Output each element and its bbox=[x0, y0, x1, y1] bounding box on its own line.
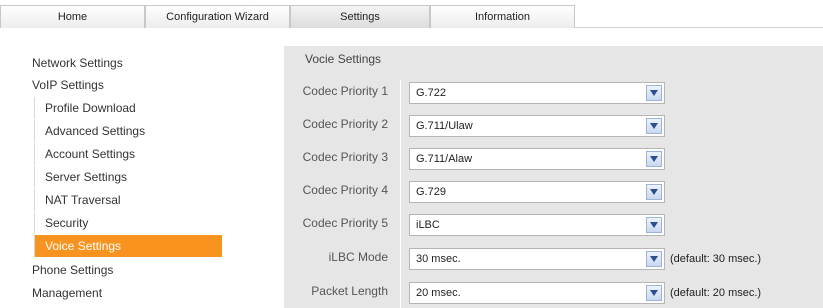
codec-priority-3-label: Codec Priority 3 bbox=[302, 150, 388, 164]
codec-priority-1-label: Codec Priority 1 bbox=[302, 84, 388, 98]
chevron-down-icon[interactable] bbox=[646, 251, 662, 267]
chevron-down-icon[interactable] bbox=[646, 151, 662, 167]
codec-priority-3-select[interactable]: G.711/Alaw bbox=[409, 148, 665, 170]
sidebar-item-security[interactable]: Security bbox=[34, 212, 222, 234]
tab-information[interactable]: Information bbox=[430, 5, 575, 28]
panel-column-divider bbox=[400, 80, 401, 308]
sidebar-item-management[interactable]: Management bbox=[22, 282, 102, 304]
sidebar-item-network-settings[interactable]: Network Settings bbox=[22, 52, 123, 74]
packet-length-default-note: (default: 20 msec.) bbox=[670, 287, 762, 299]
packet-length-value: 20 msec. bbox=[416, 287, 461, 299]
tab-configuration-wizard[interactable]: Configuration Wizard bbox=[145, 5, 290, 28]
codec-priority-4-value: G.729 bbox=[416, 186, 446, 198]
chevron-down-icon[interactable] bbox=[646, 118, 662, 134]
codec-priority-5-label: Codec Priority 5 bbox=[302, 216, 388, 230]
codec-priority-2-select[interactable]: G.711/Ulaw bbox=[409, 115, 665, 137]
ilbc-mode-value: 30 msec. bbox=[416, 253, 461, 265]
packet-length-select[interactable]: 20 msec. bbox=[409, 282, 665, 304]
sidebar-item-nat-traversal[interactable]: NAT Traversal bbox=[34, 189, 222, 211]
sidebar-item-account-settings[interactable]: Account Settings bbox=[34, 143, 222, 165]
chevron-down-icon[interactable] bbox=[646, 85, 662, 101]
codec-priority-4-label: Codec Priority 4 bbox=[302, 183, 388, 197]
section-title: Vocie Settings bbox=[305, 52, 382, 66]
codec-priority-4-select[interactable]: G.729 bbox=[409, 181, 665, 203]
tab-home[interactable]: Home bbox=[0, 5, 145, 28]
sidebar-item-server-settings[interactable]: Server Settings bbox=[34, 166, 222, 188]
sidebar-item-voip-settings[interactable]: VoIP Settings bbox=[22, 74, 104, 96]
chevron-down-icon[interactable] bbox=[646, 285, 662, 301]
ilbc-mode-default-note: (default: 30 msec.) bbox=[670, 253, 762, 265]
packet-length-label: Packet Length bbox=[311, 284, 388, 298]
chevron-down-icon[interactable] bbox=[646, 217, 662, 233]
codec-priority-2-label: Codec Priority 2 bbox=[302, 117, 388, 131]
sidebar-item-voice-settings[interactable]: Voice Settings bbox=[34, 235, 222, 257]
codec-priority-1-value: G.722 bbox=[416, 87, 446, 99]
ilbc-mode-select[interactable]: 30 msec. bbox=[409, 248, 665, 270]
codec-priority-5-select[interactable]: iLBC bbox=[409, 214, 665, 236]
codec-priority-2-value: G.711/Ulaw bbox=[416, 120, 473, 132]
codec-priority-5-value: iLBC bbox=[416, 219, 440, 231]
chevron-down-icon[interactable] bbox=[646, 184, 662, 200]
tab-settings[interactable]: Settings bbox=[290, 5, 430, 28]
codec-priority-1-select[interactable]: G.722 bbox=[409, 82, 665, 104]
ilbc-mode-label: iLBC Mode bbox=[328, 250, 388, 264]
top-tab-bar: Home Configuration Wizard Settings Infor… bbox=[0, 0, 823, 30]
sidebar-item-phone-settings[interactable]: Phone Settings bbox=[22, 259, 113, 281]
sidebar-item-profile-download[interactable]: Profile Download bbox=[34, 97, 222, 119]
codec-priority-3-value: G.711/Alaw bbox=[416, 153, 473, 165]
sidebar-item-advanced-settings[interactable]: Advanced Settings bbox=[34, 120, 222, 142]
